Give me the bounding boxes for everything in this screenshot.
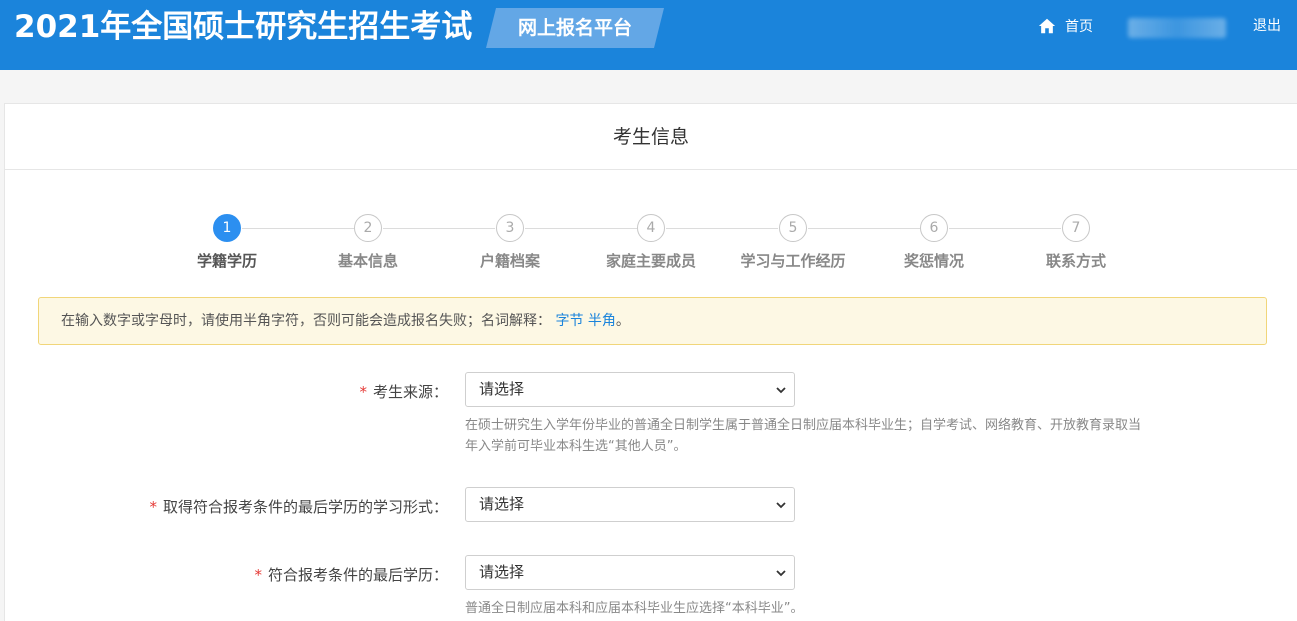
required-mark: * [254,566,262,584]
required-mark: * [149,498,157,516]
step-7[interactable]: 7 联系方式 [1006,214,1146,271]
byte-term-link[interactable]: 字节 [555,313,583,329]
site-title: 2021年全国硕士研究生招生考试 [14,9,473,45]
halfwidth-notice: 在输入数字或字母时，请使用半角字符，否则可能会造成报名失败；名词解释： 字节 半… [38,297,1267,345]
halfwidth-term-link[interactable]: 半角 [588,313,616,329]
source-label-text: 考生来源： [372,383,448,401]
top-header: 2021年全国硕士研究生招生考试 网上报名平台 首页 退出 [0,0,1297,70]
panel-title: 考生信息 [5,104,1297,170]
last-degree-select[interactable]: 请选择 [465,555,795,590]
step-number: 5 [779,214,807,242]
last-degree-label-text: 符合报考条件的最后学历： [267,566,448,584]
study-form-label: * 取得符合报考条件的最后学历的学习形式： [149,496,448,517]
source-help: 在硕士研究生入学年份毕业的普通全日制学生属于普通全日制应届本科毕业生；自学考试、… [465,415,1141,457]
logout-link[interactable]: 退出 [1253,15,1281,37]
last-degree-label: * 符合报考条件的最后学历： [254,564,448,585]
step-number: 3 [496,214,524,242]
step-label: 学习与工作经历 [740,252,846,270]
study-form-label-text: 取得符合报考条件的最后学历的学习形式： [162,498,448,516]
candidate-info-panel: 考生信息 1 学籍学历 2 基本信息 3 户籍档案 4 家庭主要成员 5 学习与… [4,103,1297,621]
home-link-label: 首页 [1065,19,1093,35]
step-number: 6 [920,214,948,242]
step-label: 家庭主要成员 [605,252,696,270]
last-degree-select-value: 请选择 [479,563,525,581]
step-label: 基本信息 [337,252,398,270]
chevron-down-icon [776,570,786,577]
notice-text: 在输入数字或字母时，请使用半角字符，否则可能会造成报名失败；名词解释： [61,313,551,329]
study-form-select[interactable]: 请选择 [465,487,795,522]
source-label: * 考生来源： [359,381,448,402]
step-label: 奖惩情况 [903,252,964,270]
required-mark: * [359,383,367,401]
platform-badge-label: 网上报名平台 [517,17,632,39]
platform-badge: 网上报名平台 [486,8,664,48]
username-blurred [1128,18,1226,38]
source-select[interactable]: 请选择 [465,372,795,407]
source-select-value: 请选择 [479,380,525,398]
home-icon [1038,18,1056,34]
last-degree-help-line1: 普通全日制应届本科和应届本科毕业生应选择“本科毕业”。 [465,601,804,616]
notice-end: 。 [615,313,630,329]
last-degree-help: 普通全日制应届本科和应届本科毕业生应选择“本科毕业”。 [465,598,803,619]
study-form-select-value: 请选择 [479,495,525,513]
source-help-line1: 在硕士研究生入学年份毕业的普通全日制学生属于普通全日制应届本科毕业生；自学考试、… [465,418,1142,433]
step-number: 2 [354,214,382,242]
step-label: 学籍学历 [196,252,257,270]
step-3[interactable]: 3 户籍档案 [440,214,580,271]
step-label: 户籍档案 [479,252,540,270]
step-number: 7 [1062,214,1090,242]
source-help-line2: 年入学前可毕业本科生选“其他人员”。 [465,439,687,454]
step-label: 联系方式 [1045,252,1106,270]
step-number: 4 [637,214,665,242]
step-1[interactable]: 1 学籍学历 [157,214,297,271]
chevron-down-icon [776,502,786,509]
step-2[interactable]: 2 基本信息 [298,214,438,271]
step-number: 1 [213,214,241,242]
home-link[interactable]: 首页 [1038,15,1093,37]
step-5[interactable]: 5 学习与工作经历 [723,214,863,271]
step-6[interactable]: 6 奖惩情况 [864,214,1004,271]
step-4[interactable]: 4 家庭主要成员 [581,214,721,271]
chevron-down-icon [776,387,786,394]
